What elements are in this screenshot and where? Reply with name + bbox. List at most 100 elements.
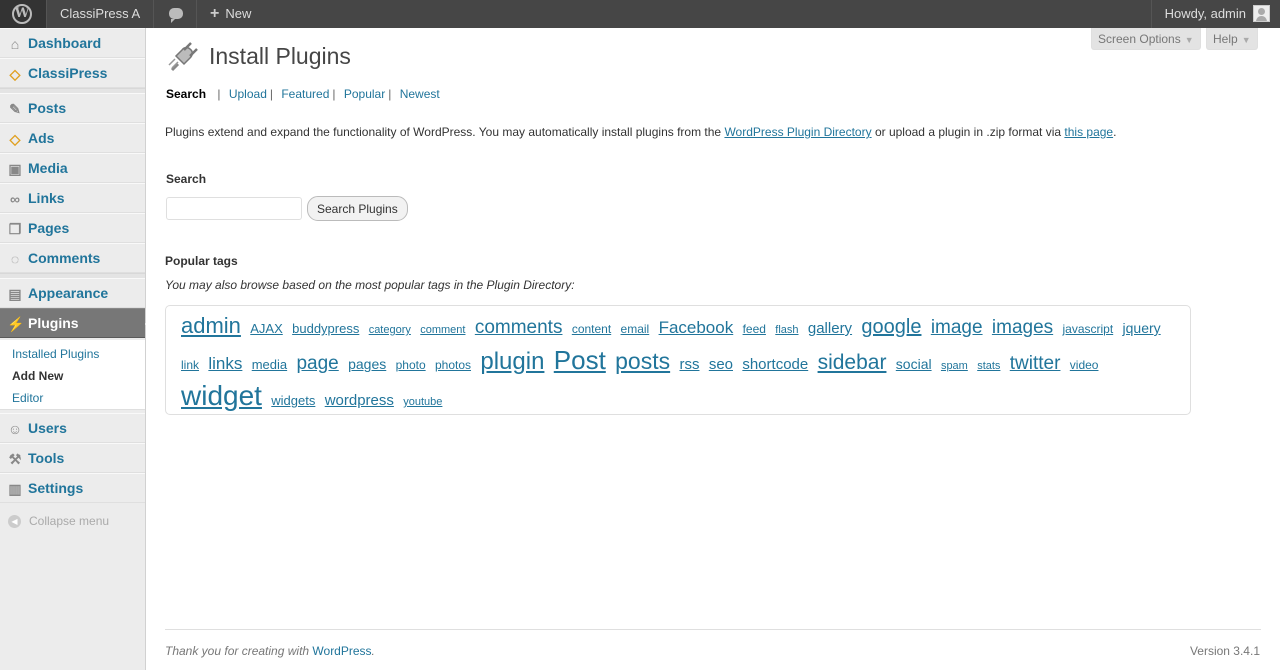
tag-link[interactable]: posts bbox=[615, 348, 670, 374]
tag-icon: ◇ bbox=[9, 131, 21, 147]
tag-link[interactable]: spam bbox=[941, 360, 968, 372]
sidebar-item-tools[interactable]: ⚒ Tools bbox=[0, 443, 145, 473]
tag-link[interactable]: images bbox=[992, 317, 1053, 338]
tab-popular[interactable]: Popular bbox=[344, 87, 385, 101]
sidebar-item-label: Dashboard bbox=[28, 35, 102, 51]
admin-sidebar: ⌂ Dashboard ◇ ClassiPress ✎ Posts ◇ Ads ▣ Med… bbox=[0, 28, 154, 670]
sidebar-item-pages[interactable]: ❐ Pages bbox=[0, 213, 145, 243]
sidebar-item-ads[interactable]: ◇ Ads bbox=[0, 123, 145, 153]
submenu-add-new[interactable]: Add New bbox=[12, 369, 63, 383]
tag-link[interactable]: image bbox=[931, 317, 983, 338]
footer-wordpress-link[interactable]: WordPress bbox=[312, 644, 371, 658]
sidebar-item-media[interactable]: ▣ Media bbox=[0, 153, 145, 183]
tag-link[interactable]: widget bbox=[181, 380, 262, 411]
tag-link[interactable]: category bbox=[369, 324, 411, 336]
submenu-installed-plugins[interactable]: Installed Plugins bbox=[12, 347, 99, 361]
tag-link[interactable]: Facebook bbox=[659, 318, 734, 337]
help-button[interactable]: Help ▼ bbox=[1206, 28, 1258, 50]
tab-featured[interactable]: Featured bbox=[281, 87, 329, 101]
upload-page-link[interactable]: this page bbox=[1064, 125, 1113, 139]
tools-icon: ⚒ bbox=[8, 451, 22, 467]
avatar bbox=[1253, 5, 1270, 22]
page-icon: ❐ bbox=[8, 221, 22, 237]
sidebar-item-links[interactable]: ∞ Links bbox=[0, 183, 145, 213]
search-heading: Search bbox=[166, 172, 207, 186]
wordpress-logo-menu[interactable]: W bbox=[0, 0, 46, 28]
tag-link[interactable]: google bbox=[861, 316, 921, 338]
tag-link[interactable]: feed bbox=[743, 322, 766, 336]
new-content-menu[interactable]: + New bbox=[198, 0, 268, 28]
tag-link[interactable]: photo bbox=[396, 358, 426, 372]
page-title: Install Plugins bbox=[209, 43, 351, 69]
chevron-down-icon: ▼ bbox=[1241, 35, 1251, 45]
submenu-editor[interactable]: Editor bbox=[12, 391, 43, 405]
popular-tags-description: You may also browse based on the most po… bbox=[165, 278, 575, 292]
intro-text-part: Plugins extend and expand the functional… bbox=[165, 125, 725, 139]
sidebar-item-label: Comments bbox=[28, 250, 101, 266]
tag-link[interactable]: links bbox=[208, 354, 242, 373]
appearance-icon: ▤ bbox=[8, 286, 22, 302]
tag-link[interactable]: stats bbox=[977, 360, 1000, 372]
sidebar-item-appearance[interactable]: ▤ Appearance bbox=[0, 278, 145, 308]
tag-link[interactable]: javascript bbox=[1063, 322, 1114, 336]
sidebar-item-label: Media bbox=[28, 160, 68, 176]
screen-options-button[interactable]: Screen Options ▼ bbox=[1091, 28, 1201, 50]
tag-link[interactable]: rss bbox=[679, 356, 699, 373]
link-icon: ∞ bbox=[10, 191, 20, 207]
tag-link[interactable]: comments bbox=[475, 317, 563, 338]
sidebar-item-label: Users bbox=[28, 420, 67, 436]
pin-icon: ✎ bbox=[9, 101, 21, 117]
sidebar-item-dashboard[interactable]: ⌂ Dashboard bbox=[0, 28, 145, 58]
collapse-label: Collapse menu bbox=[29, 514, 110, 528]
footer-thanks-text: Thank you for creating with bbox=[165, 644, 313, 658]
collapse-menu-button[interactable]: ◀ Collapse menu bbox=[0, 510, 145, 532]
tag-link[interactable]: photos bbox=[435, 358, 471, 372]
footer-divider bbox=[165, 629, 1261, 630]
tag-link[interactable]: twitter bbox=[1010, 353, 1061, 374]
search-input[interactable] bbox=[166, 197, 302, 220]
tag-link[interactable]: youtube bbox=[403, 396, 442, 408]
search-plugins-button[interactable]: Search Plugins bbox=[307, 196, 408, 221]
tag-link[interactable]: wordpress bbox=[325, 392, 394, 409]
sidebar-item-comments[interactable]: ◌ Comments bbox=[0, 243, 145, 273]
sidebar-item-posts[interactable]: ✎ Posts bbox=[0, 93, 145, 123]
tag-link[interactable]: pages bbox=[348, 356, 386, 372]
tab-search[interactable]: Search bbox=[166, 87, 206, 101]
tag-link[interactable]: shortcode bbox=[742, 356, 808, 373]
tag-link[interactable]: page bbox=[296, 353, 338, 374]
tag-link[interactable]: flash bbox=[775, 324, 798, 336]
tag-link[interactable]: social bbox=[896, 356, 932, 372]
plugins-submenu: Installed Plugins Add New Editor bbox=[0, 340, 145, 410]
comments-link[interactable] bbox=[155, 0, 197, 28]
sidebar-item-plugins[interactable]: ⚡ Plugins bbox=[0, 308, 154, 338]
sidebar-item-classipress[interactable]: ◇ ClassiPress bbox=[0, 58, 145, 88]
tag-link[interactable]: plugin bbox=[480, 348, 544, 375]
tag-link[interactable]: widgets bbox=[271, 393, 315, 408]
tag-link[interactable]: seo bbox=[709, 356, 733, 373]
tag-link[interactable]: sidebar bbox=[818, 351, 887, 374]
tab-newest[interactable]: Newest bbox=[400, 87, 440, 101]
sidebar-item-label: Settings bbox=[28, 480, 84, 496]
tag-link[interactable]: media bbox=[252, 357, 287, 372]
tag-link[interactable]: Post bbox=[554, 345, 606, 375]
sidebar-item-label: Ads bbox=[28, 130, 55, 146]
tab-upload[interactable]: Upload bbox=[229, 87, 267, 101]
tag-link[interactable]: gallery bbox=[808, 320, 852, 337]
tag-link[interactable]: jquery bbox=[1123, 320, 1161, 336]
tag-link[interactable]: admin bbox=[181, 313, 241, 338]
sidebar-item-label: Tools bbox=[28, 450, 65, 466]
tag-link[interactable]: comment bbox=[420, 324, 465, 336]
tag-link[interactable]: link bbox=[181, 358, 199, 372]
tag-cloud: admin AJAX buddypress category comment c… bbox=[165, 305, 1191, 415]
tag-link[interactable]: video bbox=[1070, 358, 1099, 372]
sidebar-item-users[interactable]: ☺ Users bbox=[0, 413, 145, 443]
site-name-link[interactable]: ClassiPress A bbox=[46, 0, 154, 28]
sidebar-item-label: Pages bbox=[28, 220, 70, 236]
account-menu[interactable]: Howdy, admin bbox=[1150, 0, 1280, 28]
tag-link[interactable]: AJAX bbox=[250, 321, 283, 336]
tag-link[interactable]: content bbox=[572, 322, 611, 336]
tag-link[interactable]: buddypress bbox=[292, 321, 359, 336]
sidebar-item-settings[interactable]: ▥ Settings bbox=[0, 473, 145, 503]
plugin-directory-link[interactable]: WordPress Plugin Directory bbox=[724, 125, 871, 139]
tag-link[interactable]: email bbox=[621, 322, 650, 336]
